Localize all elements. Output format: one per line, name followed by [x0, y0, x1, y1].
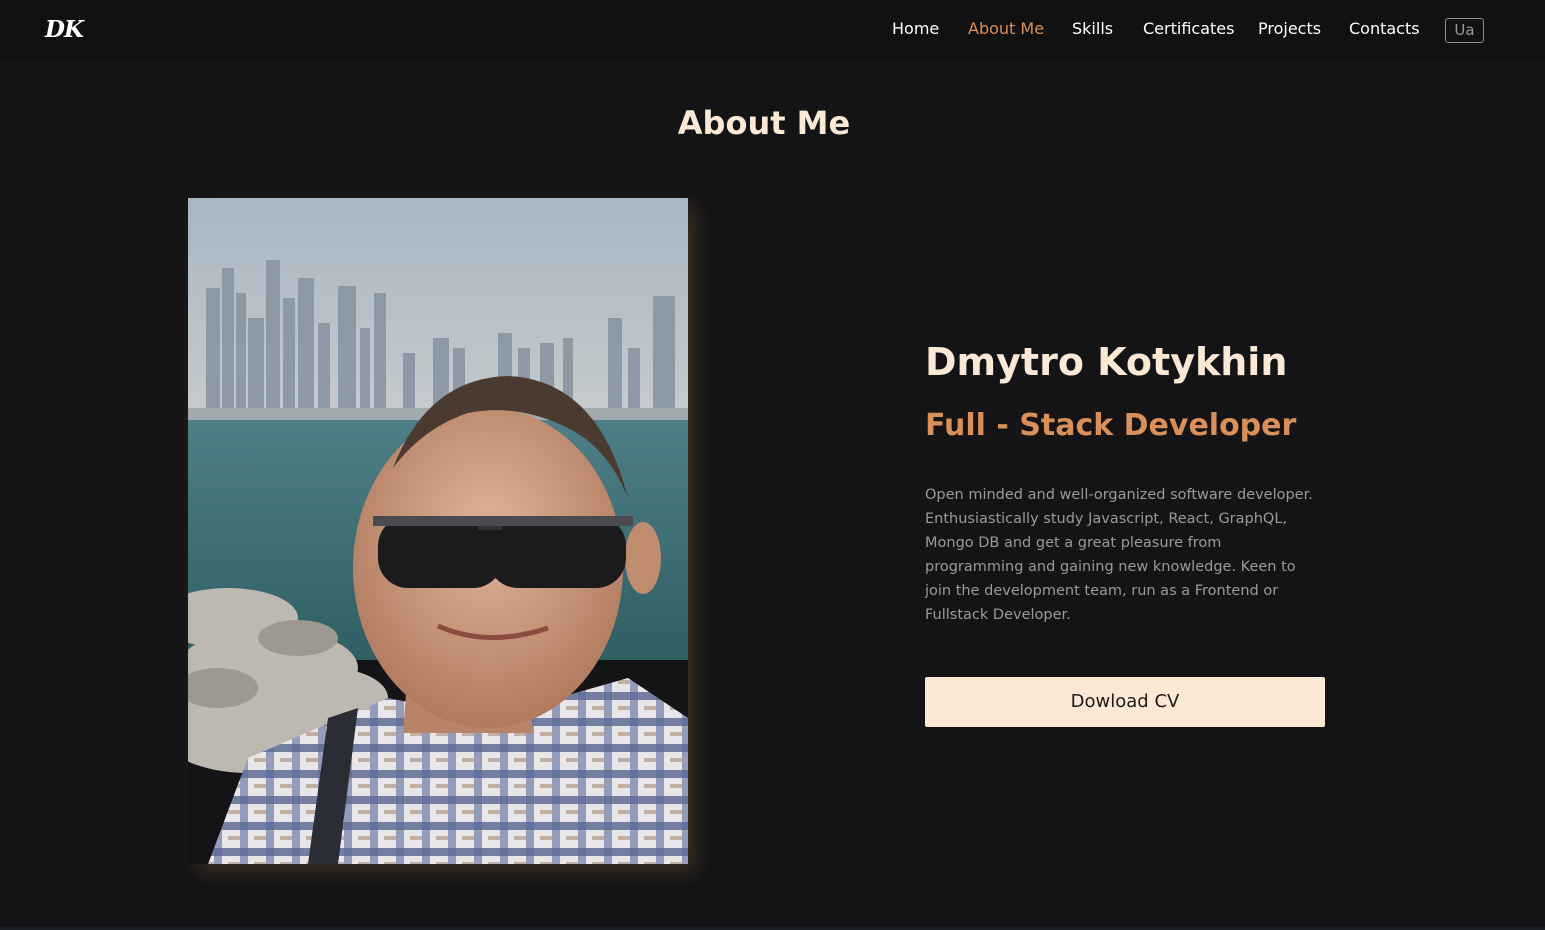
- top-navbar: DK Home About Me Skills Certificates Pro…: [0, 0, 1545, 62]
- bio-line: programming and gaining new knowledge. K…: [925, 559, 1296, 575]
- language-toggle-button[interactable]: Ua: [1445, 18, 1484, 43]
- nav-link-contacts[interactable]: Contacts: [1349, 19, 1420, 38]
- profile-photo: [188, 198, 688, 864]
- bio-line: Mongo DB and get a great pleasure from: [925, 535, 1222, 551]
- profile-name: Dmytro Kotykhin: [925, 340, 1288, 384]
- profile-bio: Open minded and well-organized software …: [925, 483, 1327, 627]
- section-title: About Me: [677, 104, 851, 142]
- bio-line: Fullstack Developer.: [925, 607, 1071, 623]
- dk-logo[interactable]: DK: [45, 16, 84, 43]
- nav-link-projects[interactable]: Projects: [1258, 19, 1321, 38]
- profile-role: Full - Stack Developer: [925, 408, 1297, 443]
- nav-link-about-me[interactable]: About Me: [968, 19, 1044, 38]
- nav-link-skills[interactable]: Skills: [1072, 19, 1113, 38]
- bio-line: join the development team, run as a Fron…: [925, 583, 1279, 599]
- nav-link-home[interactable]: Home: [892, 19, 939, 38]
- bio-line: Open minded and well-organized software …: [925, 487, 1313, 503]
- bio-line: Enthusiastically study Javascript, React…: [925, 511, 1288, 527]
- download-cv-button[interactable]: Dowload CV: [925, 677, 1325, 727]
- nav-link-certificates[interactable]: Certificates: [1143, 19, 1234, 38]
